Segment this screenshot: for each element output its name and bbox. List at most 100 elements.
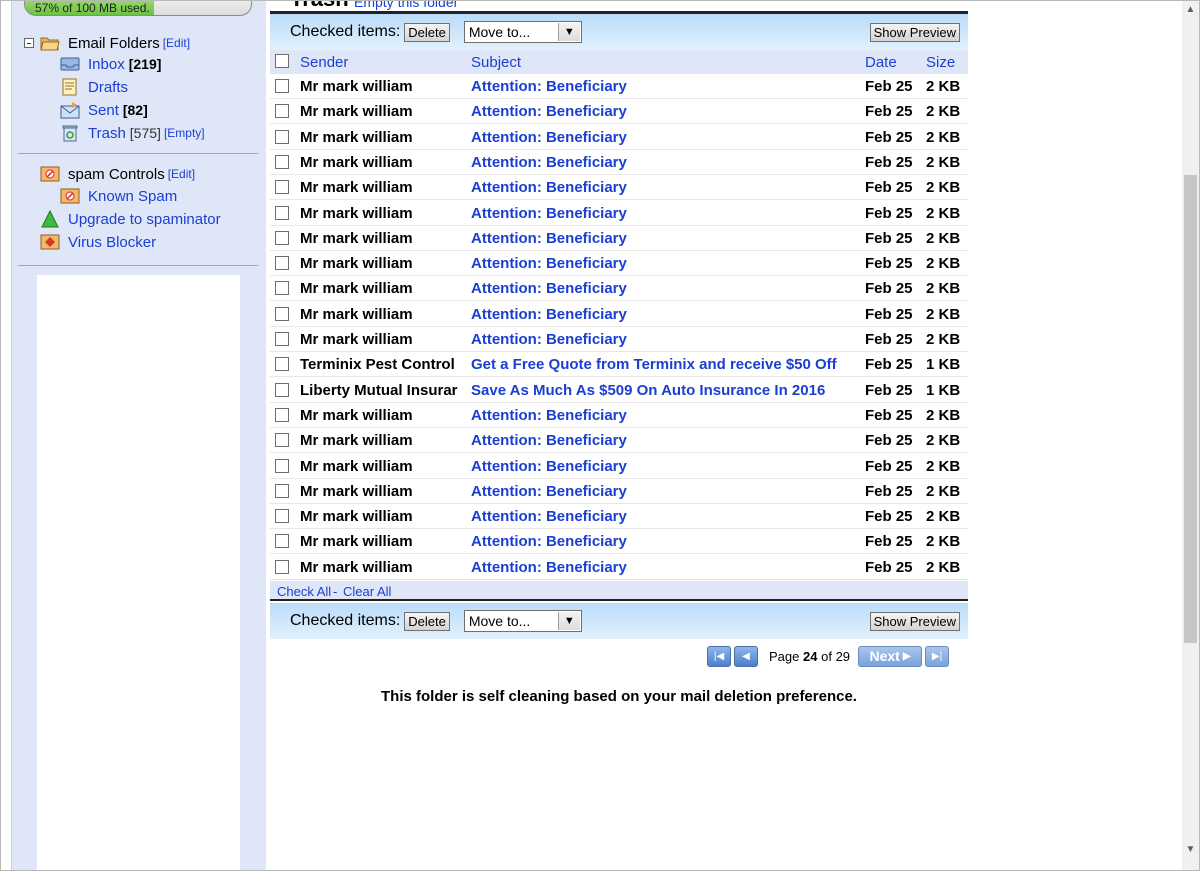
- sidebar-item-trash[interactable]: Trash [575] [Empty]: [60, 122, 205, 144]
- row-checkbox[interactable]: [275, 306, 289, 321]
- row-subject-link[interactable]: Attention: Beneficiary: [471, 99, 856, 124]
- spam-controls-edit-link[interactable]: [Edit]: [168, 167, 195, 181]
- row-checkbox[interactable]: [275, 332, 289, 346]
- row-checkbox[interactable]: [275, 154, 289, 169]
- clear-all-link[interactable]: Clear All: [343, 584, 391, 599]
- table-row[interactable]: Mr mark william Attention: Beneficiary Feb…: [270, 276, 968, 302]
- known-spam-label[interactable]: Known Spam: [88, 188, 177, 205]
- sidebar-item-virus-blocker[interactable]: Virus Blocker: [40, 231, 156, 253]
- delete-button[interactable]: Delete: [404, 611, 450, 631]
- select-all-checkbox[interactable]: [275, 54, 289, 68]
- row-subject-link[interactable]: Attention: Beneficiary: [471, 454, 856, 479]
- row-checkbox[interactable]: [275, 281, 289, 296]
- table-row[interactable]: Mr mark william Attention: Beneficiary Feb…: [270, 251, 968, 277]
- row-checkbox[interactable]: [275, 205, 289, 220]
- table-row[interactable]: Mr mark william Attention: Beneficiary Feb…: [270, 327, 968, 352]
- row-subject-link[interactable]: Attention: Beneficiary: [471, 428, 856, 453]
- table-row[interactable]: Mr mark william Attention: Beneficiary Feb…: [270, 74, 968, 99]
- row-checkbox[interactable]: [275, 79, 289, 93]
- row-subject-link[interactable]: Attention: Beneficiary: [471, 479, 856, 504]
- row-subject-link[interactable]: Attention: Beneficiary: [471, 327, 856, 352]
- previous-page-button[interactable]: ◀: [734, 645, 758, 667]
- check-all-link[interactable]: Check All: [277, 584, 331, 599]
- table-row[interactable]: Mr mark william Attention: Beneficiary Feb…: [270, 99, 968, 125]
- row-subject-link[interactable]: Get a Free Quote from Terminix and recei…: [471, 352, 856, 377]
- row-subject-link[interactable]: Attention: Beneficiary: [471, 251, 856, 276]
- table-row[interactable]: Mr mark william Attention: Beneficiary Feb…: [270, 428, 968, 454]
- row-subject-link[interactable]: Attention: Beneficiary: [471, 150, 856, 175]
- drafts-label[interactable]: Drafts: [88, 79, 128, 96]
- inbox-label[interactable]: Inbox: [88, 56, 125, 73]
- row-subject-link[interactable]: Attention: Beneficiary: [471, 403, 856, 428]
- size-column-header[interactable]: Size: [926, 50, 955, 74]
- collapse-icon[interactable]: [24, 38, 34, 48]
- table-row[interactable]: Mr mark william Attention: Beneficiary Feb…: [270, 302, 968, 327]
- scroll-down-arrow-icon[interactable]: ▼: [1182, 841, 1199, 858]
- sidebar-item-upgrade[interactable]: Upgrade to spaminator: [40, 208, 221, 230]
- row-checkbox[interactable]: [275, 256, 289, 271]
- next-page-button[interactable]: Next ▶: [858, 645, 923, 667]
- table-row[interactable]: Mr mark william Attention: Beneficiary Feb…: [270, 403, 968, 428]
- page-scrollbar[interactable]: ▲ ▼: [1182, 1, 1199, 870]
- sender-column-header[interactable]: Sender: [300, 50, 348, 74]
- table-row[interactable]: Liberty Mutual Insurar Save As Much As $5…: [270, 378, 968, 403]
- upgrade-label[interactable]: Upgrade to spaminator: [68, 211, 221, 228]
- scroll-up-arrow-icon[interactable]: ▲: [1182, 1, 1199, 18]
- row-subject-link[interactable]: Attention: Beneficiary: [471, 201, 856, 226]
- table-row[interactable]: Mr mark william Attention: Beneficiary Feb…: [270, 226, 968, 251]
- row-checkbox[interactable]: [275, 230, 289, 245]
- row-checkbox[interactable]: [275, 129, 289, 144]
- trash-empty-link[interactable]: [Empty]: [164, 126, 205, 140]
- first-page-button[interactable]: |◀: [707, 645, 731, 667]
- sent-label[interactable]: Sent: [88, 102, 119, 119]
- virus-blocker-label[interactable]: Virus Blocker: [68, 234, 156, 251]
- last-page-button[interactable]: ▶|: [925, 645, 950, 667]
- table-row[interactable]: Mr mark william Attention: Beneficiary Feb…: [270, 479, 968, 504]
- row-checkbox[interactable]: [275, 407, 289, 422]
- row-checkbox[interactable]: [275, 180, 289, 195]
- row-checkbox[interactable]: [275, 382, 289, 397]
- row-subject-link[interactable]: Attention: Beneficiary: [471, 125, 856, 150]
- row-checkbox[interactable]: [275, 433, 289, 448]
- row-subject-link[interactable]: Attention: Beneficiary: [471, 555, 856, 580]
- row-subject-link[interactable]: Attention: Beneficiary: [471, 276, 856, 301]
- move-to-select[interactable]: Move to... ▼: [463, 610, 582, 632]
- sidebar-item-known-spam[interactable]: Known Spam: [60, 185, 177, 207]
- date-column-header[interactable]: Date: [865, 50, 897, 74]
- row-subject-link[interactable]: Save As Much As $509 On Auto Insurance I…: [471, 378, 856, 403]
- row-subject-link[interactable]: Attention: Beneficiary: [471, 74, 856, 99]
- scrollbar-thumb[interactable]: [1184, 175, 1197, 643]
- sidebar-item-drafts[interactable]: Drafts: [60, 76, 128, 98]
- row-subject-link[interactable]: Attention: Beneficiary: [471, 226, 856, 251]
- delete-button[interactable]: Delete: [404, 22, 450, 42]
- table-row[interactable]: Terminix Pest Control Get a Free Quote fr…: [270, 352, 968, 378]
- row-subject-link[interactable]: Attention: Beneficiary: [471, 175, 856, 200]
- row-subject-link[interactable]: Attention: Beneficiary: [471, 529, 856, 554]
- row-checkbox[interactable]: [275, 458, 289, 473]
- row-checkbox[interactable]: [275, 534, 289, 549]
- row-checkbox[interactable]: [275, 104, 289, 119]
- row-subject-link[interactable]: Attention: Beneficiary: [471, 504, 856, 529]
- table-row[interactable]: Mr mark william Attention: Beneficiary Feb…: [270, 529, 968, 555]
- show-preview-button[interactable]: Show Preview: [869, 611, 960, 631]
- trash-label[interactable]: Trash: [88, 125, 126, 142]
- table-row[interactable]: Mr mark william Attention: Beneficiary Feb…: [270, 125, 968, 150]
- sidebar-item-sent[interactable]: Sent [82]: [60, 99, 148, 121]
- table-row[interactable]: Mr mark william Attention: Beneficiary Feb…: [270, 201, 968, 226]
- table-row[interactable]: Mr mark william Attention: Beneficiary Feb…: [270, 175, 968, 201]
- table-row[interactable]: Mr mark william Attention: Beneficiary Feb…: [270, 150, 968, 175]
- table-row[interactable]: Mr mark william Attention: Beneficiary Feb…: [270, 454, 968, 479]
- row-checkbox[interactable]: [275, 357, 289, 372]
- move-to-select[interactable]: Move to... ▼: [463, 21, 582, 43]
- subject-column-header[interactable]: Subject: [471, 50, 521, 74]
- email-folders-edit-link[interactable]: [Edit]: [163, 36, 190, 50]
- empty-folder-link[interactable]: Empty this folder: [354, 0, 458, 10]
- show-preview-button[interactable]: Show Preview: [869, 22, 960, 42]
- row-checkbox[interactable]: [275, 509, 289, 524]
- row-subject-link[interactable]: Attention: Beneficiary: [471, 302, 856, 327]
- table-row[interactable]: Mr mark william Attention: Beneficiary Feb…: [270, 504, 968, 530]
- table-row[interactable]: Mr mark william Attention: Beneficiary Feb…: [270, 555, 968, 580]
- row-checkbox[interactable]: [275, 559, 289, 574]
- sidebar-item-inbox[interactable]: Inbox [219]: [60, 53, 161, 75]
- row-checkbox[interactable]: [275, 483, 289, 498]
